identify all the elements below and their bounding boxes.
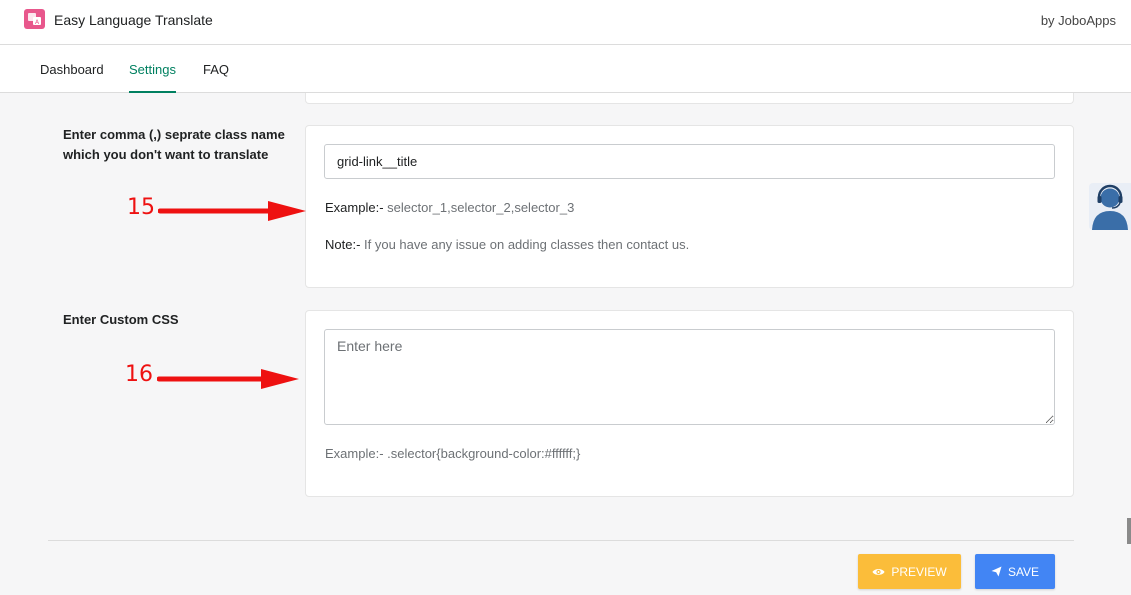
custom-css-card: Example:- .selector{background-color:#ff…	[305, 310, 1074, 497]
exclude-classes-label: Enter comma (,) seprate class name which…	[63, 127, 285, 162]
custom-css-textarea[interactable]	[324, 329, 1055, 425]
exclude-classes-input[interactable]	[324, 144, 1055, 179]
preview-label: PREVIEW	[891, 564, 947, 579]
example-label: Example:-	[325, 200, 384, 215]
exclude-classes-note: Note:- If you have any issue on adding c…	[325, 237, 689, 252]
exclude-classes-example: Example:- selector_1,selector_2,selector…	[325, 200, 574, 215]
eye-icon	[872, 568, 885, 575]
annotation-step-15: 15	[127, 195, 155, 220]
scrollbar-thumb[interactable]	[1127, 518, 1131, 544]
save-label: SAVE	[1007, 564, 1040, 579]
top-bar: A Easy Language Translate by JoboApps	[0, 0, 1131, 45]
annotation-arrow-icon	[158, 201, 306, 221]
exclude-classes-card: Example:- selector_1,selector_2,selector…	[305, 125, 1074, 288]
tab-dashboard[interactable]: Dashboard	[40, 62, 104, 93]
developer-credit: by JoboApps	[1040, 13, 1116, 28]
tab-bar: Dashboard Settings FAQ	[0, 45, 1131, 93]
support-widget[interactable]	[1089, 183, 1131, 230]
tab-faq[interactable]: FAQ	[203, 62, 229, 93]
annotation-step-16: 16	[125, 362, 153, 387]
app-title: Easy Language Translate	[54, 12, 213, 28]
paper-plane-icon	[991, 566, 1002, 577]
preview-button[interactable]: PREVIEW	[858, 554, 961, 589]
note-label: Note:-	[325, 237, 361, 252]
example-value: selector_1,selector_2,selector_3	[383, 200, 575, 215]
support-agent-icon	[1092, 184, 1128, 230]
footer-divider	[48, 540, 1074, 541]
note-value: If you have any issue on adding classes …	[360, 237, 690, 252]
custom-css-example: Example:- .selector{background-color:#ff…	[325, 446, 581, 461]
translate-logo-icon: A	[24, 9, 45, 29]
annotation-arrow-icon	[157, 369, 299, 389]
custom-css-label: Enter Custom CSS	[63, 312, 179, 327]
save-button[interactable]: SAVE	[975, 554, 1055, 589]
previous-card-edge	[305, 93, 1074, 104]
tab-settings[interactable]: Settings	[129, 62, 176, 93]
